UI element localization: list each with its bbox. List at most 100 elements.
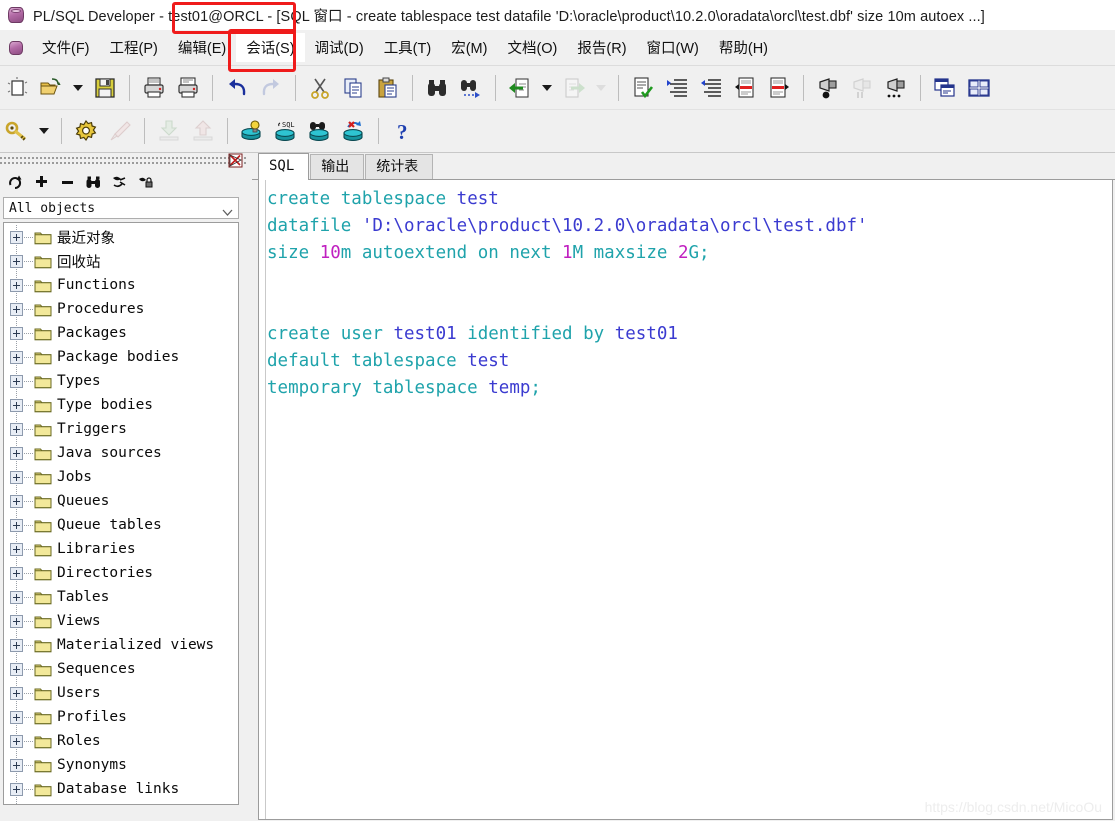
key-login-icon[interactable] bbox=[0, 114, 34, 148]
execute-options-icon[interactable] bbox=[879, 71, 913, 105]
tree-item[interactable]: Java sources bbox=[4, 441, 238, 465]
key-dropdown-caret-icon[interactable] bbox=[34, 114, 54, 148]
menu-project[interactable]: 工程(P) bbox=[100, 33, 168, 62]
expand-plus-icon[interactable] bbox=[10, 566, 23, 580]
menu-macro[interactable]: 宏(M) bbox=[441, 33, 497, 62]
expand-plus-icon[interactable] bbox=[10, 638, 23, 652]
object-tree[interactable]: 最近对象 回收站 Functions Procedures Packages Packag… bbox=[3, 222, 239, 805]
undo-icon[interactable] bbox=[220, 71, 254, 105]
tree-item[interactable]: Triggers bbox=[4, 417, 238, 441]
tree-item[interactable]: Views bbox=[4, 609, 238, 633]
plus-icon[interactable] bbox=[30, 171, 53, 193]
tree-item[interactable]: Database links bbox=[4, 777, 238, 801]
expand-plus-icon[interactable] bbox=[10, 374, 23, 388]
previous-window-icon[interactable] bbox=[503, 71, 537, 105]
tree-item[interactable]: Functions bbox=[4, 273, 238, 297]
expand-plus-icon[interactable] bbox=[10, 254, 23, 268]
execute-icon[interactable] bbox=[811, 71, 845, 105]
expand-plus-icon[interactable] bbox=[10, 518, 23, 532]
expand-plus-icon[interactable] bbox=[10, 230, 23, 244]
panel-drag-handle[interactable] bbox=[0, 153, 246, 169]
expand-plus-icon[interactable] bbox=[10, 278, 23, 292]
object-filter-select[interactable]: All objects bbox=[3, 197, 239, 219]
previous-dropdown-caret-icon[interactable] bbox=[537, 71, 557, 105]
expand-plus-icon[interactable] bbox=[10, 662, 23, 676]
indent-increase-icon[interactable] bbox=[660, 71, 694, 105]
db-rollback-icon[interactable] bbox=[337, 114, 371, 148]
save-floppy-icon[interactable] bbox=[88, 71, 122, 105]
tree-item[interactable]: Procedures bbox=[4, 297, 238, 321]
paste-icon[interactable] bbox=[371, 71, 405, 105]
tree-item[interactable]: Sequences bbox=[4, 657, 238, 681]
expand-plus-icon[interactable] bbox=[10, 350, 23, 364]
menu-help[interactable]: 帮助(H) bbox=[709, 33, 778, 62]
tree-item[interactable]: 最近对象 bbox=[4, 225, 238, 249]
expand-plus-icon[interactable] bbox=[10, 710, 23, 724]
print-icon[interactable] bbox=[137, 71, 171, 105]
menu-debug[interactable]: 调试(D) bbox=[305, 33, 374, 62]
expand-plus-icon[interactable] bbox=[10, 446, 23, 460]
expand-plus-icon[interactable] bbox=[10, 590, 23, 604]
expand-plus-icon[interactable] bbox=[10, 734, 23, 748]
refresh-icon[interactable] bbox=[4, 171, 27, 193]
chevron-down-icon[interactable] bbox=[222, 205, 233, 216]
tab-statistics[interactable]: 统计表 bbox=[365, 154, 434, 179]
expand-plus-icon[interactable] bbox=[10, 758, 23, 772]
menu-report[interactable]: 报告(R) bbox=[567, 33, 636, 62]
tree-item[interactable]: Profiles bbox=[4, 705, 238, 729]
expand-plus-icon[interactable] bbox=[10, 302, 23, 316]
tree-item[interactable]: Directories bbox=[4, 561, 238, 585]
comment-icon[interactable] bbox=[728, 71, 762, 105]
expand-plus-icon[interactable] bbox=[10, 614, 23, 628]
minus-icon[interactable] bbox=[56, 171, 79, 193]
menu-edit[interactable]: 编辑(E) bbox=[168, 33, 236, 62]
new-document-icon[interactable] bbox=[0, 71, 34, 105]
tree-item[interactable]: Tables bbox=[4, 585, 238, 609]
expand-plus-icon[interactable] bbox=[10, 470, 23, 484]
tree-item[interactable]: Synonyms bbox=[4, 753, 238, 777]
menu-session[interactable]: 会话(S) bbox=[236, 33, 305, 62]
copy-icon[interactable] bbox=[337, 71, 371, 105]
indent-decrease-icon[interactable] bbox=[694, 71, 728, 105]
cut-scissors-icon[interactable] bbox=[303, 71, 337, 105]
lock-icon[interactable] bbox=[134, 171, 157, 193]
tree-item[interactable]: Types bbox=[4, 369, 238, 393]
expand-plus-icon[interactable] bbox=[10, 398, 23, 412]
expand-plus-icon[interactable] bbox=[10, 326, 23, 340]
open-folder-icon[interactable] bbox=[34, 71, 68, 105]
tree-item[interactable]: 回收站 bbox=[4, 249, 238, 273]
menu-document[interactable]: 文档(O) bbox=[497, 33, 567, 62]
tree-item[interactable]: Libraries bbox=[4, 537, 238, 561]
db-find-icon[interactable] bbox=[303, 114, 337, 148]
menu-file[interactable]: 文件(F) bbox=[32, 33, 100, 62]
expand-plus-icon[interactable] bbox=[10, 422, 23, 436]
expand-plus-icon[interactable] bbox=[10, 782, 23, 796]
tab-sql[interactable]: SQL bbox=[258, 153, 310, 180]
tree-item[interactable]: Packages bbox=[4, 321, 238, 345]
tree-item[interactable]: Roles bbox=[4, 729, 238, 753]
panel-close-icon[interactable] bbox=[228, 153, 243, 168]
tab-output[interactable]: 输出 bbox=[310, 154, 365, 179]
expand-plus-icon[interactable] bbox=[10, 686, 23, 700]
sql-code-text[interactable]: create tablespace test datafile 'D:\oracl… bbox=[267, 186, 868, 402]
tree-item[interactable]: Materialized views bbox=[4, 633, 238, 657]
menu-window[interactable]: 窗口(W) bbox=[637, 33, 709, 62]
tree-item[interactable]: Queue tables bbox=[4, 513, 238, 537]
expand-plus-icon[interactable] bbox=[10, 494, 23, 508]
find-binoculars-icon[interactable] bbox=[82, 171, 105, 193]
gear-settings-icon[interactable] bbox=[69, 114, 103, 148]
menu-tools[interactable]: 工具(T) bbox=[374, 33, 442, 62]
expand-plus-icon[interactable] bbox=[10, 542, 23, 556]
tree-item[interactable]: Type bodies bbox=[4, 393, 238, 417]
print-preview-icon[interactable] bbox=[171, 71, 205, 105]
cascade-windows-icon[interactable] bbox=[928, 71, 962, 105]
tree-item[interactable]: Tablespaces bbox=[4, 801, 238, 804]
open-dropdown-caret-icon[interactable] bbox=[68, 71, 88, 105]
sql-editor[interactable]: create tablespace test datafile 'D:\oracl… bbox=[258, 180, 1113, 820]
help-question-icon[interactable]: ? bbox=[386, 114, 420, 148]
db-sql-window-icon[interactable]: SQL bbox=[269, 114, 303, 148]
find-binoculars-icon[interactable] bbox=[420, 71, 454, 105]
tile-windows-icon[interactable] bbox=[962, 71, 996, 105]
uncomment-icon[interactable] bbox=[762, 71, 796, 105]
tree-item[interactable]: Users bbox=[4, 681, 238, 705]
